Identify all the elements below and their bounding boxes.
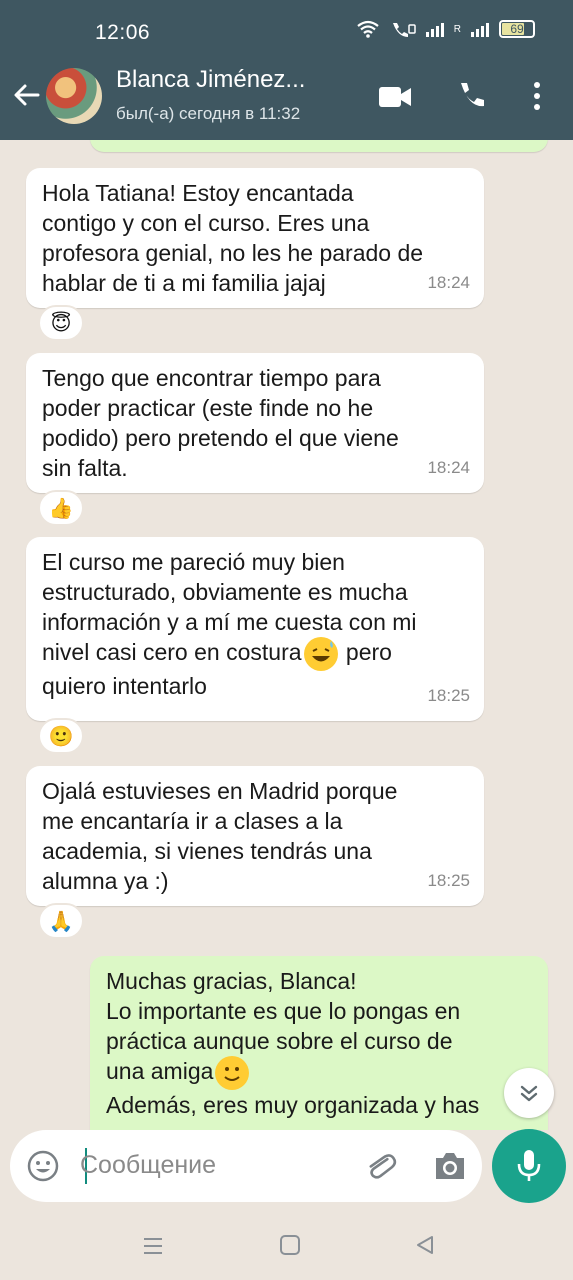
phone-icon[interactable] bbox=[455, 80, 487, 112]
wifi-calling-icon bbox=[392, 23, 416, 37]
paperclip-icon[interactable] bbox=[362, 1148, 398, 1184]
status-time: 12:06 bbox=[95, 21, 151, 44]
message-text: Muchas gracias, Blanca! Lo importante es… bbox=[106, 968, 480, 1118]
message-bubble-partial[interactable] bbox=[90, 140, 548, 152]
wifi-icon bbox=[357, 20, 379, 38]
signal-icon bbox=[425, 21, 444, 37]
contact-avatar[interactable] bbox=[46, 68, 102, 124]
app-bar: Blanca Jiménez... был(-а) сегодня в 11:3… bbox=[0, 64, 573, 140]
message-bubble[interactable]: El curso me pareció muy bien estructurad… bbox=[26, 537, 484, 721]
message-bubble[interactable]: Tengo que encontrar tiempo para poder pr… bbox=[26, 353, 484, 493]
message-time: 18:25 bbox=[427, 871, 470, 890]
folded-hands-emoji-icon: 🙏 bbox=[48, 910, 74, 933]
message-time: 18:24 bbox=[427, 458, 470, 477]
reaction-badge[interactable]: 🙂 bbox=[38, 718, 84, 754]
more-vert-icon[interactable] bbox=[530, 80, 544, 112]
scroll-down-icon bbox=[520, 1085, 538, 1102]
status-icons: R 69 bbox=[356, 20, 535, 38]
sweat-smile-emoji-icon bbox=[303, 637, 338, 671]
chat-area[interactable]: Hola Tatiana! Estoy encantada contigo y … bbox=[0, 140, 573, 1130]
signal-icon-2 bbox=[471, 21, 489, 37]
message-text: El curso me pareció muy bien estructurad… bbox=[42, 549, 417, 699]
message-text: Hola Tatiana! Estoy encantada contigo y … bbox=[42, 180, 424, 296]
slight-smile-emoji-icon bbox=[215, 1056, 250, 1090]
contact-name[interactable]: Blanca Jiménez... bbox=[116, 66, 305, 94]
microphone-icon bbox=[517, 1150, 541, 1181]
scroll-down-button[interactable] bbox=[504, 1068, 554, 1118]
reaction-badge[interactable]: 👍 bbox=[38, 490, 84, 526]
message-bubble[interactable]: Ojalá estuvieses en Madrid porque me enc… bbox=[26, 766, 484, 906]
last-seen: был(-а) сегодня в 11:32 bbox=[116, 104, 301, 123]
system-nav-bar bbox=[0, 1210, 573, 1280]
message-text: Tengo que encontrar tiempo para poder pr… bbox=[42, 365, 399, 481]
reaction-badge[interactable]: 🙏 bbox=[38, 903, 84, 939]
voice-message-button[interactable] bbox=[492, 1129, 566, 1203]
video-call-icon[interactable] bbox=[377, 84, 413, 110]
message-time: 18:25 bbox=[427, 686, 470, 705]
message-bubble-outgoing[interactable]: Muchas gracias, Blanca! Lo importante es… bbox=[90, 956, 548, 1130]
camera-icon[interactable] bbox=[432, 1149, 468, 1183]
message-bubble[interactable]: Hola Tatiana! Estoy encantada contigo y … bbox=[26, 168, 484, 308]
message-text: Ojalá estuvieses en Madrid porque me enc… bbox=[42, 778, 398, 894]
message-time: 18:24 bbox=[427, 273, 470, 292]
status-bar: 12:06 R 69 bbox=[0, 0, 573, 64]
smiling-halo-emoji-icon: 😇 bbox=[50, 312, 72, 335]
recent-apps-icon[interactable] bbox=[142, 1235, 164, 1257]
top-bar: 12:06 R 69 Blanca Jiménez... был(-а) сег… bbox=[0, 0, 573, 140]
home-icon[interactable] bbox=[279, 1234, 301, 1256]
back-arrow-icon[interactable] bbox=[10, 78, 44, 112]
roaming-indicator: R bbox=[453, 23, 461, 35]
slight-smile-emoji-icon: 🙂 bbox=[48, 725, 74, 748]
emoji-icon[interactable] bbox=[26, 1149, 60, 1183]
battery-icon: 69 bbox=[499, 20, 535, 38]
reaction-badge[interactable]: 😇 bbox=[38, 305, 84, 341]
nav-back-icon[interactable] bbox=[414, 1234, 436, 1256]
message-composer[interactable]: Сообщение bbox=[10, 1130, 482, 1202]
thumbs-up-emoji-icon: 👍 bbox=[48, 497, 74, 520]
message-input[interactable]: Сообщение bbox=[80, 1151, 216, 1180]
